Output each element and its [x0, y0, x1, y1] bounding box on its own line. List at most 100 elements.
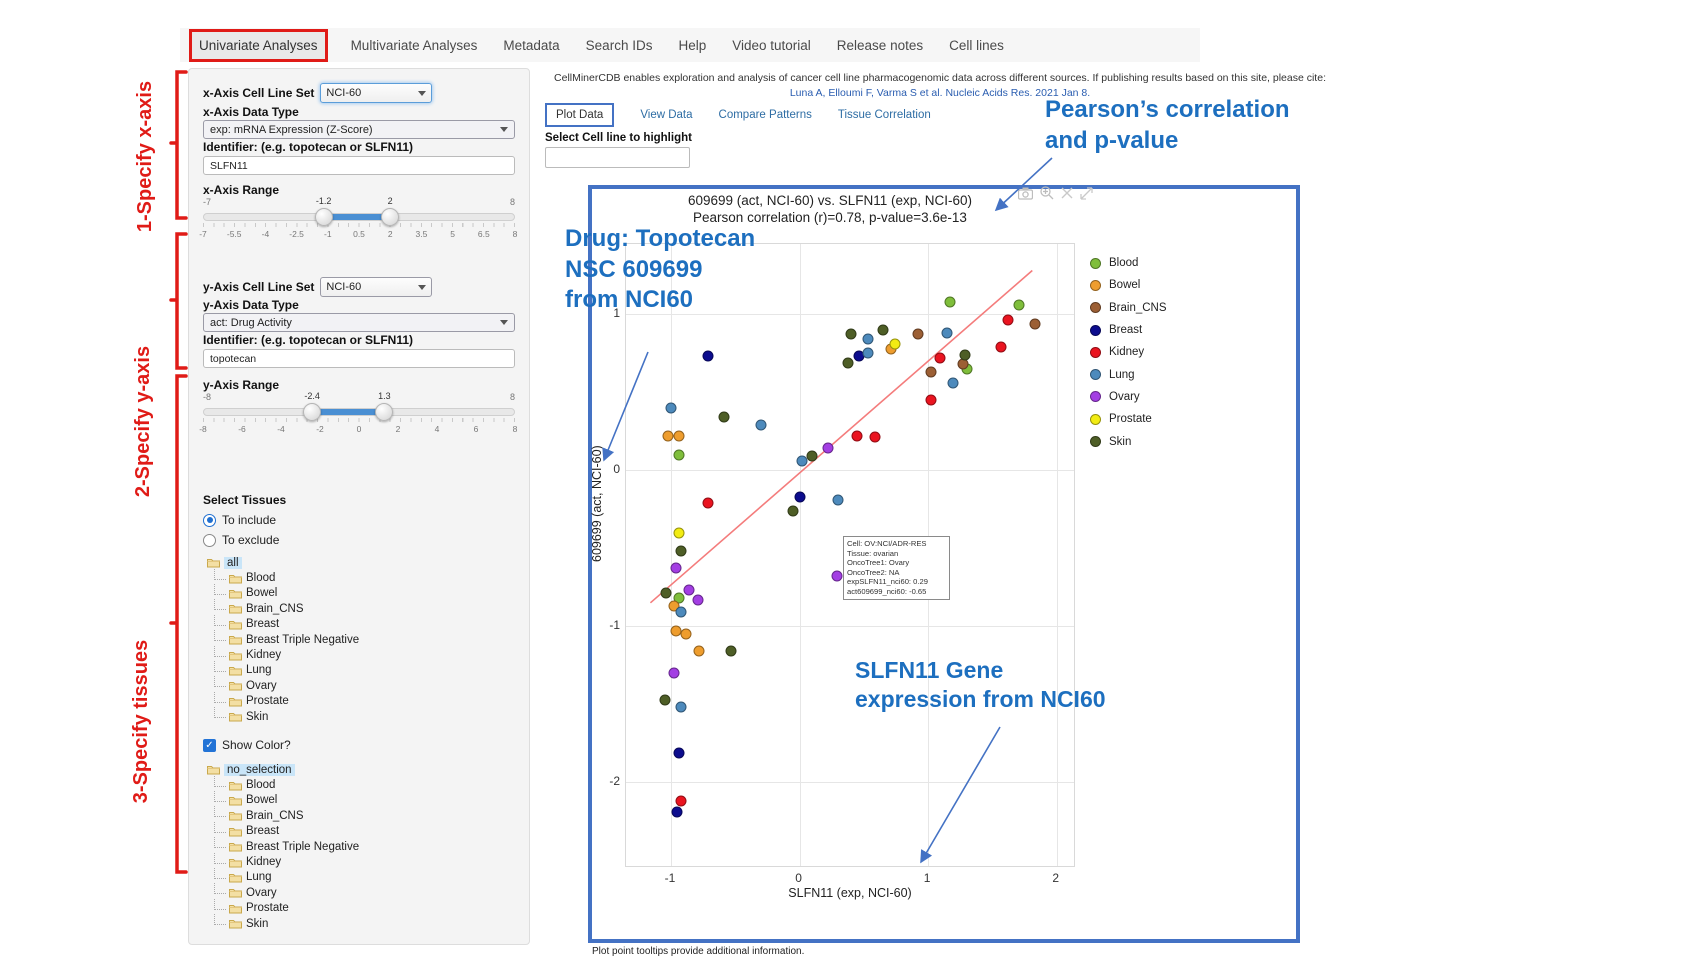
data-point-blood[interactable]	[945, 296, 956, 307]
data-point-lung[interactable]	[833, 494, 844, 505]
tab-plot-data[interactable]: Plot Data	[545, 103, 614, 127]
data-point-brain_cns[interactable]	[925, 366, 936, 377]
data-point-breast[interactable]	[672, 806, 683, 817]
data-point-ovary[interactable]	[822, 443, 833, 454]
y-axis-data-type-select[interactable]: act: Drug Activity	[203, 313, 515, 332]
tree-root-all[interactable]: all	[207, 555, 359, 570]
data-point-lung[interactable]	[676, 702, 687, 713]
y-axis-cell-line-set-select[interactable]: NCI-60	[320, 277, 432, 297]
close-icon[interactable]	[1061, 187, 1073, 199]
data-point-skin[interactable]	[960, 349, 971, 360]
data-point-ovary[interactable]	[671, 563, 682, 574]
tree-item-bowel[interactable]: Bowel	[207, 793, 359, 808]
data-point-blood[interactable]	[673, 449, 684, 460]
radio-to-exclude[interactable]: To exclude	[203, 533, 279, 547]
data-point-ovary[interactable]	[693, 594, 704, 605]
data-point-kidney[interactable]	[676, 795, 687, 806]
legend-item-breast[interactable]: Breast	[1090, 319, 1167, 341]
data-point-skin[interactable]	[843, 357, 854, 368]
data-point-bowel[interactable]	[681, 629, 692, 640]
tree-root-no-selection[interactable]: no_selection	[207, 762, 359, 777]
y-axis-range-slider[interactable]: -88-2.41.3-8-6-4-202468	[203, 392, 515, 438]
legend-item-brain-cns[interactable]: Brain_CNS	[1090, 297, 1167, 319]
data-point-bowel[interactable]	[694, 646, 705, 657]
tree-item-kidney[interactable]: Kidney	[207, 854, 359, 869]
data-point-lung[interactable]	[942, 327, 953, 338]
data-point-lung[interactable]	[756, 419, 767, 430]
tree-item-kidney[interactable]: Kidney	[207, 647, 359, 662]
tab-compare-patterns[interactable]: Compare Patterns	[719, 109, 812, 121]
legend-item-blood[interactable]: Blood	[1090, 252, 1167, 274]
nav-tab-univariate-analyses[interactable]: Univariate Analyses	[192, 32, 325, 59]
tree-item-bowel[interactable]: Bowel	[207, 586, 359, 601]
data-point-prostate[interactable]	[673, 527, 684, 538]
data-point-lung[interactable]	[676, 607, 687, 618]
tree-item-brain-cns[interactable]: Brain_CNS	[207, 808, 359, 823]
data-point-ovary[interactable]	[684, 585, 695, 596]
data-point-skin[interactable]	[659, 694, 670, 705]
data-point-ovary[interactable]	[831, 571, 842, 582]
data-point-breast[interactable]	[794, 491, 805, 502]
legend-item-prostate[interactable]: Prostate	[1090, 408, 1167, 430]
data-point-brain_cns[interactable]	[957, 359, 968, 370]
radio-to-include[interactable]: To include	[203, 513, 276, 527]
tree-item-skin[interactable]: Skin	[207, 916, 359, 931]
legend-item-ovary[interactable]: Ovary	[1090, 386, 1167, 408]
tab-view-data[interactable]: View Data	[640, 109, 692, 121]
legend-item-kidney[interactable]: Kidney	[1090, 341, 1167, 363]
tree-item-ovary[interactable]: Ovary	[207, 678, 359, 693]
data-point-skin[interactable]	[660, 588, 671, 599]
nav-tab-help[interactable]: Help	[678, 38, 706, 53]
data-point-kidney[interactable]	[1002, 315, 1013, 326]
data-point-lung[interactable]	[666, 402, 677, 413]
data-point-brain_cns[interactable]	[1029, 318, 1040, 329]
data-point-breast[interactable]	[703, 351, 714, 362]
slider-handle-from[interactable]	[303, 403, 321, 421]
nav-tab-release-notes[interactable]: Release notes	[837, 38, 923, 53]
data-point-kidney[interactable]	[934, 352, 945, 363]
tree-item-blood[interactable]: Blood	[207, 777, 359, 792]
tree-item-prostate[interactable]: Prostate	[207, 901, 359, 916]
nav-tab-metadata[interactable]: Metadata	[503, 38, 559, 53]
tree-item-lung[interactable]: Lung	[207, 870, 359, 885]
data-point-ovary[interactable]	[668, 668, 679, 679]
camera-icon[interactable]	[1018, 187, 1033, 200]
tree-item-brain-cns[interactable]: Brain_CNS	[207, 601, 359, 616]
tree-item-lung[interactable]: Lung	[207, 663, 359, 678]
tree-item-breast[interactable]: Breast	[207, 824, 359, 839]
data-point-bowel[interactable]	[673, 430, 684, 441]
data-point-lung[interactable]	[862, 334, 873, 345]
data-point-kidney[interactable]	[703, 497, 714, 508]
data-point-kidney[interactable]	[852, 430, 863, 441]
slider-handle-to[interactable]	[381, 208, 399, 226]
x-axis-range-slider[interactable]: -78-1.22-7-5.5-4-2.5-10.523.556.58	[203, 197, 515, 243]
highlight-cell-line-input[interactable]	[545, 147, 690, 168]
x-axis-data-type-select[interactable]: exp: mRNA Expression (Z-Score)	[203, 120, 515, 139]
data-point-lung[interactable]	[947, 377, 958, 388]
nav-tab-multivariate-analyses[interactable]: Multivariate Analyses	[351, 38, 478, 53]
y-axis-identifier-input[interactable]	[203, 349, 515, 368]
nav-tab-video-tutorial[interactable]: Video tutorial	[732, 38, 811, 53]
data-point-kidney[interactable]	[870, 432, 881, 443]
nav-tab-cell-lines[interactable]: Cell lines	[949, 38, 1004, 53]
data-point-brain_cns[interactable]	[912, 329, 923, 340]
legend-item-lung[interactable]: Lung	[1090, 363, 1167, 385]
data-point-skin[interactable]	[676, 546, 687, 557]
data-point-blood[interactable]	[1014, 299, 1025, 310]
tree-item-prostate[interactable]: Prostate	[207, 694, 359, 709]
zoom-in-icon[interactable]	[1040, 186, 1054, 200]
x-axis-cell-line-set-select[interactable]: NCI-60	[320, 83, 432, 103]
data-point-skin[interactable]	[718, 412, 729, 423]
slider-handle-to[interactable]	[375, 403, 393, 421]
tree-item-blood[interactable]: Blood	[207, 570, 359, 585]
legend-item-skin[interactable]: Skin	[1090, 430, 1167, 452]
data-point-skin[interactable]	[846, 329, 857, 340]
legend-item-bowel[interactable]: Bowel	[1090, 274, 1167, 296]
data-point-skin[interactable]	[878, 324, 889, 335]
tab-tissue-correlation[interactable]: Tissue Correlation	[838, 109, 931, 121]
data-point-lung[interactable]	[862, 348, 873, 359]
show-color-checkbox-row[interactable]: ✓ Show Color?	[203, 738, 291, 752]
data-point-kidney[interactable]	[925, 395, 936, 406]
tree-item-breast-triple-negative[interactable]: Breast Triple Negative	[207, 632, 359, 647]
tree-item-breast-triple-negative[interactable]: Breast Triple Negative	[207, 839, 359, 854]
